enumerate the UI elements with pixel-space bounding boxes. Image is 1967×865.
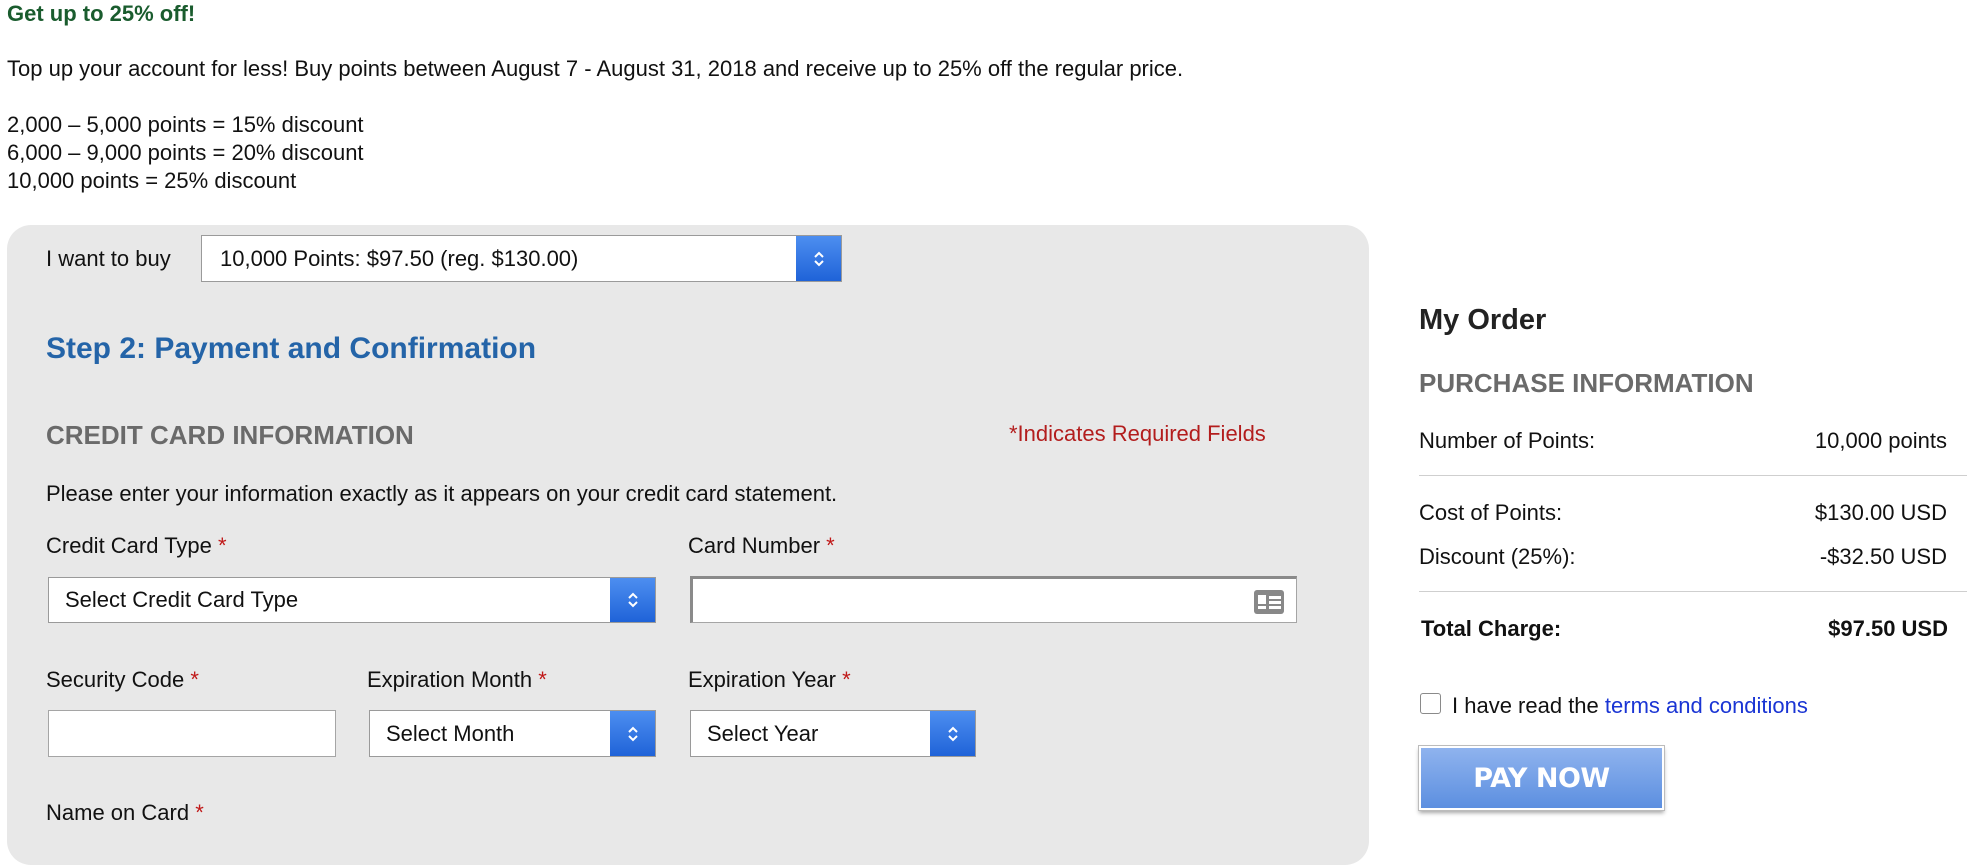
card-type-value: Select Credit Card Type	[65, 587, 299, 612]
my-order-title: My Order	[1419, 304, 1547, 336]
required-marker: *	[538, 667, 547, 692]
total-value: $97.50 USD	[1828, 616, 1948, 641]
points-row: Number of Points: 10,000 points	[1419, 428, 1947, 454]
exp-year-label: Expiration Year *	[688, 667, 851, 692]
chevron-up-down-icon	[796, 236, 841, 281]
card-instructions: Please enter your information exactly as…	[46, 481, 838, 506]
security-code-label: Security Code *	[46, 667, 199, 692]
terms-text: I have read the terms and conditions	[1452, 693, 1808, 718]
id-card-icon	[1253, 589, 1285, 620]
discount-row: Discount (25%): -$32.50 USD	[1419, 544, 1947, 570]
exp-month-label: Expiration Month *	[367, 667, 547, 692]
discount-tiers: 2,000 – 5,000 points = 15% discount 6,00…	[7, 111, 364, 195]
chevron-up-down-icon	[610, 578, 655, 622]
exp-year-value: Select Year	[707, 720, 819, 746]
exp-month-value: Select Month	[386, 720, 515, 746]
card-number-input[interactable]	[690, 576, 1297, 623]
discount-tier: 2,000 – 5,000 points = 15% discount	[7, 112, 364, 137]
card-number-label: Card Number *	[688, 533, 835, 558]
order-divider	[1419, 475, 1967, 476]
terms-checkbox[interactable]	[1420, 693, 1441, 714]
security-code-input[interactable]	[48, 710, 336, 757]
points-package-select[interactable]: 10,000 Points: $97.50 (reg. $130.00)	[201, 235, 842, 282]
name-on-card-label: Name on Card *	[46, 800, 204, 825]
points-value: 10,000 points	[1814, 428, 1947, 453]
discount-value: -$32.50 USD	[1819, 544, 1947, 569]
discount-label: Discount (25%):	[1419, 544, 1576, 569]
card-type-label: Credit Card Type *	[46, 533, 227, 558]
terms-link[interactable]: terms and conditions	[1605, 693, 1808, 718]
credit-card-section-title: CREDIT CARD INFORMATION	[46, 420, 414, 450]
chevron-up-down-icon	[930, 711, 975, 756]
required-fields-note: *Indicates Required Fields	[1009, 421, 1266, 446]
required-marker: *	[842, 667, 851, 692]
card-type-select[interactable]: Select Credit Card Type	[48, 577, 656, 623]
total-row: Total Charge: $97.50 USD	[1421, 616, 1948, 642]
required-marker: *	[195, 800, 204, 825]
exp-month-select[interactable]: Select Month	[369, 710, 656, 757]
chevron-up-down-icon	[610, 711, 655, 756]
order-divider	[1419, 591, 1967, 592]
promo-title: Get up to 25% off!	[7, 1, 196, 26]
purchase-information-title: PURCHASE INFORMATION	[1419, 368, 1754, 398]
cost-row: Cost of Points: $130.00 USD	[1419, 500, 1947, 526]
required-marker: *	[218, 533, 227, 558]
step-title: Step 2: Payment and Confirmation	[46, 332, 537, 365]
promo-description: Top up your account for less! Buy points…	[7, 56, 1184, 81]
pay-now-button[interactable]: PAY NOW	[1418, 745, 1665, 811]
required-marker: *	[190, 667, 199, 692]
required-marker: *	[826, 533, 835, 558]
cost-label: Cost of Points:	[1419, 500, 1563, 525]
discount-tier: 10,000 points = 25% discount	[7, 168, 297, 193]
points-label: Number of Points:	[1419, 428, 1596, 453]
cost-value: $130.00 USD	[1814, 500, 1947, 525]
buy-label: I want to buy	[46, 246, 171, 271]
exp-year-select[interactable]: Select Year	[690, 710, 976, 757]
discount-tier: 6,000 – 9,000 points = 20% discount	[7, 140, 364, 165]
points-package-value: 10,000 Points: $97.50 (reg. $130.00)	[220, 245, 579, 271]
total-label: Total Charge:	[1421, 616, 1562, 641]
